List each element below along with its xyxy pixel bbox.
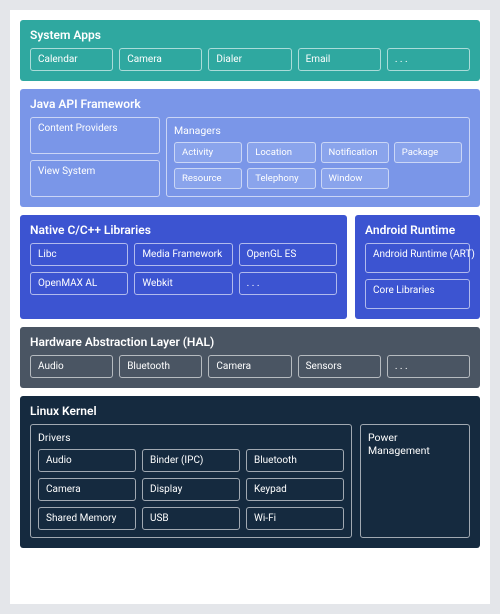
hal-cell: Audio	[30, 355, 113, 378]
manager-cell: Telephony	[247, 168, 315, 189]
hal-cell: Camera	[208, 355, 291, 378]
app-cell: Calendar	[30, 48, 113, 71]
app-cell: Dialer	[208, 48, 291, 71]
runtime-cell-art: Android Runtime (ART)	[365, 243, 470, 273]
app-cell-more: . . .	[387, 48, 470, 71]
drivers-group: Drivers Audio Binder (IPC) Bluetooth Cam…	[30, 424, 352, 538]
layer-title: Java API Framework	[30, 97, 470, 111]
driver-cell: Audio	[38, 449, 136, 472]
app-cell: Camera	[119, 48, 202, 71]
driver-cell: Binder (IPC)	[142, 449, 240, 472]
runtime-cell-core: Core Libraries	[365, 279, 470, 309]
app-cell: Email	[298, 48, 381, 71]
manager-cell: Window	[321, 168, 389, 189]
driver-cell: Keypad	[246, 478, 344, 501]
layer-title: Native C/C++ Libraries	[30, 223, 337, 237]
manager-cell: Notification	[321, 142, 389, 163]
drivers-title: Drivers	[38, 431, 344, 444]
layer-native-libraries: Native C/C++ Libraries Libc Media Framew…	[20, 215, 347, 319]
driver-cell: Wi-Fi	[246, 507, 344, 530]
layer-title: System Apps	[30, 28, 470, 42]
layer-linux-kernel: Linux Kernel Drivers Audio Binder (IPC) …	[20, 396, 480, 548]
driver-cell: Camera	[38, 478, 136, 501]
hal-cell: Sensors	[298, 355, 381, 378]
driver-cell: Display	[142, 478, 240, 501]
layer-java-api-framework: Java API Framework Content Providers Vie…	[20, 89, 480, 207]
api-cell-content-providers: Content Providers	[30, 117, 160, 154]
layer-title: Android Runtime	[365, 223, 470, 237]
native-cell: Libc	[30, 243, 128, 266]
power-title: Power Management	[368, 431, 462, 457]
layer-hal: Hardware Abstraction Layer (HAL) Audio B…	[20, 327, 480, 388]
native-cell: OpenGL ES	[239, 243, 337, 266]
layer-system-apps: System Apps Calendar Camera Dialer Email…	[20, 20, 480, 81]
native-cell-more: . . .	[239, 272, 337, 295]
manager-cell: Location	[247, 142, 315, 163]
driver-cell: Bluetooth	[246, 449, 344, 472]
native-cell: OpenMAX AL	[30, 272, 128, 295]
managers-group: Managers Activity Location Notification …	[166, 117, 470, 197]
layer-android-runtime: Android Runtime Android Runtime (ART) Co…	[355, 215, 480, 319]
android-stack-diagram: System Apps Calendar Camera Dialer Email…	[0, 0, 500, 614]
driver-cell: Shared Memory	[38, 507, 136, 530]
hal-cell: Bluetooth	[119, 355, 202, 378]
driver-cell: USB	[142, 507, 240, 530]
native-cell: Webkit	[134, 272, 232, 295]
api-cell-view-system: View System	[30, 160, 160, 197]
native-cell: Media Framework	[134, 243, 232, 266]
power-management-group: Power Management	[360, 424, 470, 538]
layer-title: Linux Kernel	[30, 404, 470, 418]
manager-cell: Package	[394, 142, 462, 163]
manager-cell: Activity	[174, 142, 242, 163]
hal-cell-more: . . .	[387, 355, 470, 378]
layer-title: Hardware Abstraction Layer (HAL)	[30, 335, 470, 349]
manager-cell: Resource	[174, 168, 242, 189]
managers-title: Managers	[174, 124, 462, 137]
